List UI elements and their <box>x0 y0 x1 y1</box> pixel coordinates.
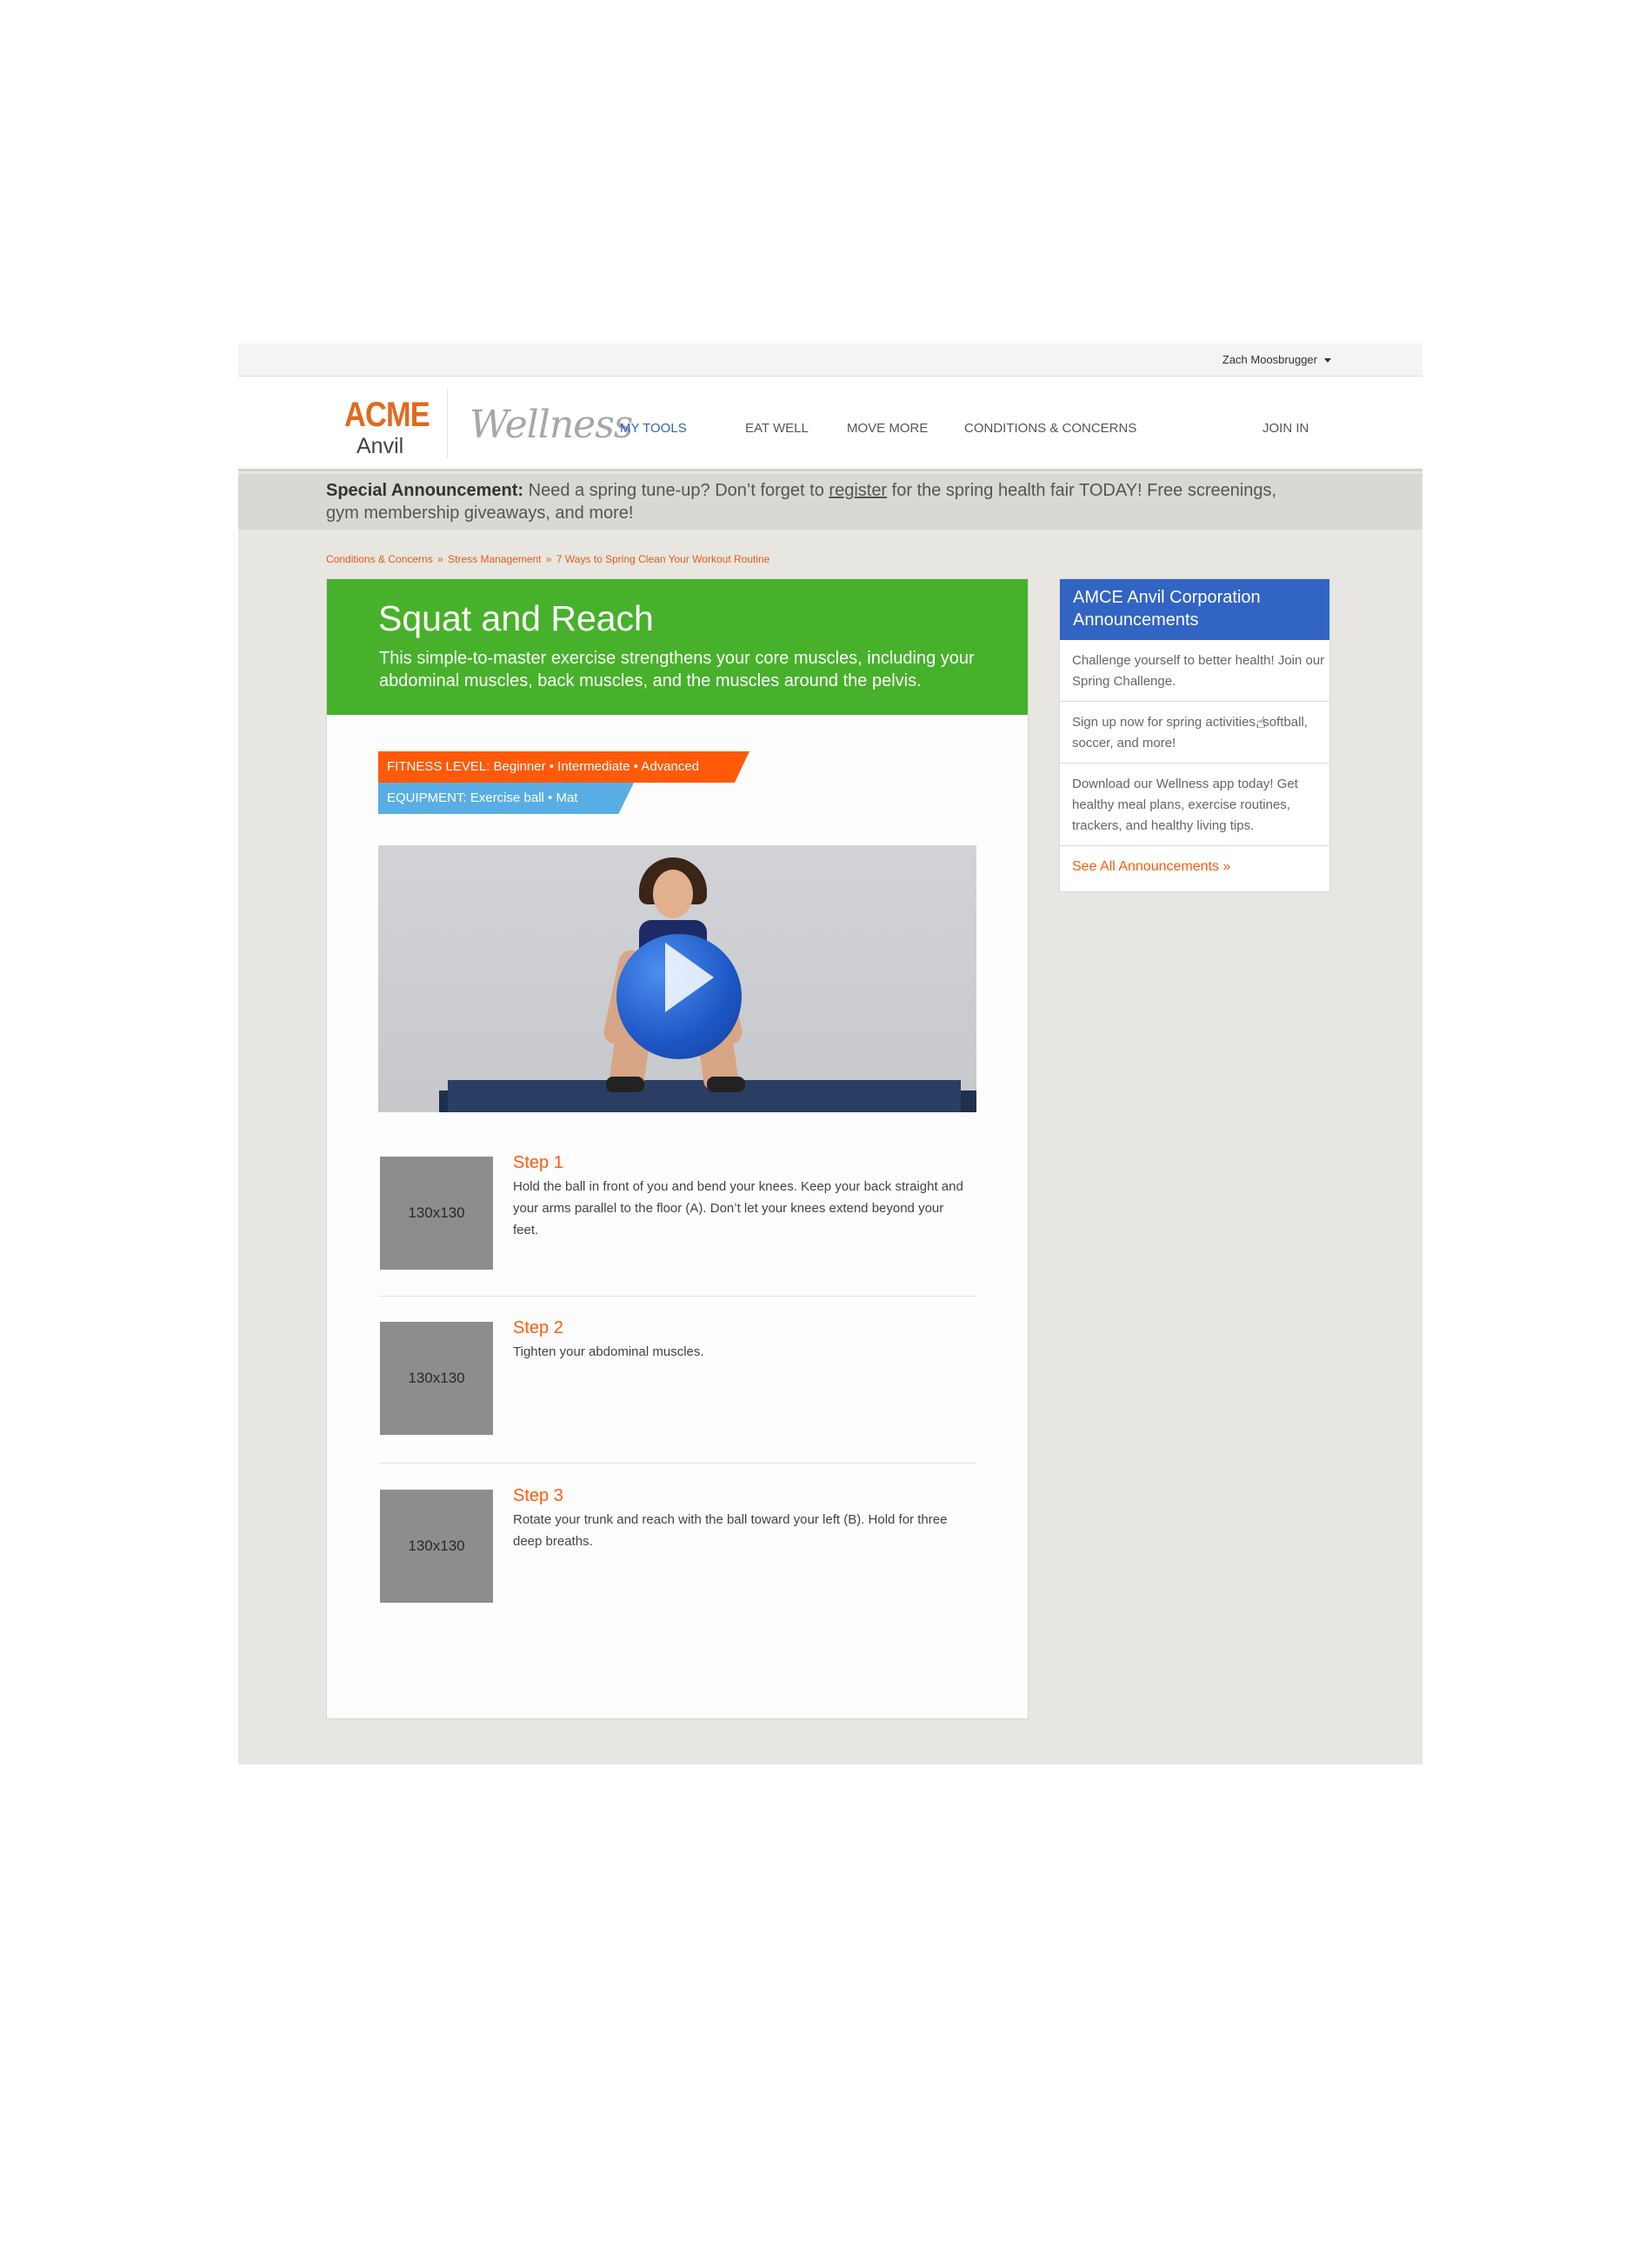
logo-sub[interactable]: Anvil <box>356 434 403 459</box>
step-text: Rotate your trunk and reach with the bal… <box>513 1512 948 1549</box>
breadcrumb: Conditions & Concerns » Stress Managemen… <box>326 553 769 565</box>
step-title: Step 3 <box>513 1486 563 1505</box>
logo-divider <box>447 389 448 458</box>
equipment-tag: EQUIPMENT: Exercise ball • Mat <box>378 783 634 814</box>
exercise-hero: Squat and Reach This simple-to-master ex… <box>327 579 1028 715</box>
breadcrumb-item[interactable]: Conditions & Concerns <box>326 553 433 565</box>
sidebar-announcement[interactable]: Download our Wellness app today! Get hea… <box>1060 764 1329 846</box>
announcement-text-1: Need a spring tune-up? Don’t forget to <box>523 481 829 500</box>
person-shoe <box>606 1077 644 1092</box>
announcement-text: Special Announcement: Need a spring tune… <box>326 479 1309 524</box>
sidebar-announcement[interactable]: Challenge yourself to better health! Joi… <box>1060 640 1329 702</box>
site-header: ACME Anvil Wellness MY TOOLS EAT WELL MO… <box>238 377 1422 471</box>
play-icon[interactable] <box>665 943 714 1012</box>
step-thumbnail: 130x130 <box>380 1322 493 1435</box>
nav-join-in[interactable]: JOIN IN <box>1262 421 1309 436</box>
announcement-banner: Special Announcement: Need a spring tune… <box>238 474 1422 530</box>
logo-product[interactable]: Wellness <box>470 403 633 447</box>
user-menu[interactable]: Zach Moosbrugger <box>1222 353 1331 366</box>
announcement-lead: Special Announcement: <box>326 481 524 500</box>
breadcrumb-separator: » <box>437 553 443 565</box>
step-title: Step 1 <box>513 1153 563 1172</box>
logo-brand[interactable]: ACME <box>344 396 430 435</box>
user-name: Zach Moosbrugger <box>1222 353 1317 366</box>
exercise-card: Squat and Reach This simple-to-master ex… <box>326 578 1029 1719</box>
step-divider <box>378 1296 976 1297</box>
fitness-level-tag: FITNESS LEVEL: Beginner • Intermediate •… <box>378 751 749 783</box>
sidebar-announcement[interactable]: Sign up now for spring activities, softb… <box>1060 702 1329 764</box>
nav-my-tools[interactable]: MY TOOLS <box>620 421 687 436</box>
step-text: Tighten your abdominal muscles. <box>513 1344 704 1359</box>
breadcrumb-item[interactable]: Stress Management <box>448 553 541 565</box>
breadcrumb-separator: » <box>545 553 552 565</box>
sidebar-announcement-text: Download our Wellness app today! Get hea… <box>1072 777 1298 833</box>
nav-eat-well[interactable]: EAT WELL <box>745 421 809 436</box>
announcements-sidebar: AMCE Anvil Corporation Announcements Cha… <box>1059 578 1330 892</box>
step-text: Hold the ball in front of you and bend y… <box>513 1179 963 1237</box>
sidebar-announcement-text: Sign up now for spring activities, softb… <box>1072 715 1308 750</box>
breadcrumb-item[interactable]: 7 Ways to Spring Clean Your Workout Rout… <box>556 553 769 565</box>
hand-cursor-icon: ☝ <box>1256 714 1266 731</box>
exercise-description: This simple-to-master exercise strengthe… <box>379 649 975 690</box>
nav-conditions-concerns[interactable]: CONDITIONS & CONCERNS <box>964 421 1136 436</box>
register-link[interactable]: register <box>829 481 887 500</box>
page-title: Squat and Reach <box>378 598 654 638</box>
see-all-announcements-link[interactable]: See All Announcements » <box>1072 859 1230 875</box>
step-divider <box>378 1463 976 1464</box>
nav-move-more[interactable]: MOVE MORE <box>847 421 928 436</box>
person-face <box>653 870 693 918</box>
top-bar: Zach Moosbrugger <box>238 343 1422 377</box>
page-frame: Zach Moosbrugger ACME Anvil Wellness MY … <box>238 343 1422 1764</box>
step-thumbnail: 130x130 <box>380 1157 493 1270</box>
step-thumbnail: 130x130 <box>380 1490 493 1603</box>
sidebar-header: AMCE Anvil Corporation Announcements <box>1060 579 1329 640</box>
person-shoe <box>707 1077 745 1092</box>
step-title: Step 2 <box>513 1318 563 1337</box>
video-player[interactable] <box>378 845 976 1112</box>
sidebar-announcement-text: Challenge yourself to better health! Joi… <box>1072 653 1325 689</box>
chevron-down-icon <box>1324 358 1331 363</box>
sidebar-title: AMCE Anvil Corporation Announcements <box>1073 588 1261 630</box>
